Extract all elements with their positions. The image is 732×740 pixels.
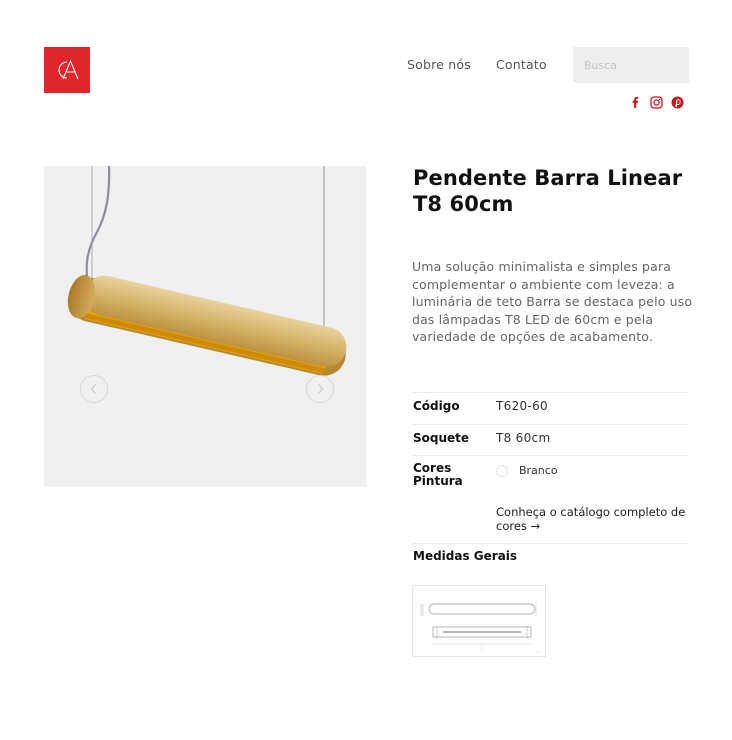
nav-about-link[interactable]: Sobre nós [407, 57, 471, 72]
pinterest-icon[interactable] [669, 94, 685, 110]
spec-label-socket: Soquete [413, 431, 470, 445]
facebook-icon[interactable] [627, 94, 643, 110]
chevron-right-icon [317, 384, 324, 394]
carousel-next-button[interactable] [306, 375, 334, 403]
chevron-left-icon [90, 384, 97, 394]
color-name: Branco [519, 464, 558, 477]
spec-row-colors: Cores Pintura Branco Conheça o catálogo … [412, 455, 688, 543]
product-photo [67, 166, 347, 376]
instagram-icon[interactable] [648, 94, 664, 110]
spec-row-socket: Soquete T8 60cm [412, 424, 688, 455]
spec-label-colors: Cores Pintura [413, 461, 463, 488]
dimensions-drawing-thumbnail[interactable] [412, 585, 546, 657]
spec-label-code: Código [413, 399, 460, 413]
spec-value-code: T620-60 [496, 399, 548, 413]
spec-label-measures: Medidas Gerais [413, 549, 518, 563]
spec-row-measures: Medidas Gerais [412, 543, 688, 573]
spec-value-socket: T8 60cm [496, 431, 551, 445]
brand-logo[interactable] [44, 47, 90, 93]
carousel-prev-button[interactable] [80, 375, 108, 403]
color-catalog-link[interactable]: Conheça o catálogo completo de cores → [496, 505, 686, 533]
logo-mark [58, 59, 79, 80]
product-image [44, 166, 366, 487]
color-swatch-branco[interactable] [496, 465, 508, 477]
product-description: Uma solução minimalista e simples para c… [412, 259, 693, 344]
product-title: Pendente Barra Linear T8 60cm [413, 166, 683, 216]
spec-row-code: Código T620-60 [412, 392, 688, 424]
dimensions-drawing [420, 602, 539, 653]
search-input[interactable] [573, 47, 689, 83]
nav-contact-link[interactable]: Contato [496, 57, 547, 72]
